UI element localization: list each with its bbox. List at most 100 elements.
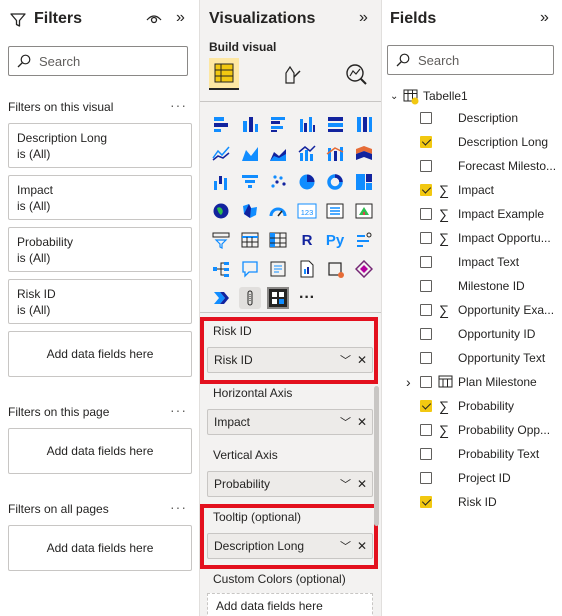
field-item-probability-opp[interactable]: ∑ Probability Opp... [382, 418, 562, 442]
field-checkbox[interactable] [420, 400, 432, 412]
build-visual-tab-icon[interactable] [209, 58, 239, 90]
filters-search-input[interactable]: Search [8, 46, 188, 76]
filter-card-impact[interactable]: Impact is (All) [8, 175, 192, 220]
field-item-opportunity-text[interactable]: Opportunity Text [382, 346, 562, 370]
close-icon[interactable]: ✕ [357, 477, 367, 491]
filters-on-all-pages-more-icon[interactable]: ··· [170, 499, 187, 515]
field-item-opportunity-id[interactable]: Opportunity ID [382, 322, 562, 346]
close-icon[interactable]: ✕ [357, 415, 367, 429]
chevron-down-icon[interactable]: ⌄ [390, 91, 398, 102]
field-item-impact-opportu[interactable]: ∑ Impact Opportu... [382, 226, 562, 250]
qna-visual-icon[interactable] [239, 258, 261, 280]
field-checkbox[interactable] [420, 256, 432, 268]
power-apps-icon[interactable] [324, 258, 346, 280]
filters-on-visual-more-icon[interactable]: ··· [170, 97, 187, 113]
line-and-column-chart-icon[interactable] [296, 142, 318, 164]
filter-card-risk-id[interactable]: Risk ID is (All) [8, 279, 192, 324]
stacked-area-chart-icon[interactable] [267, 142, 289, 164]
treemap-icon[interactable] [353, 171, 375, 193]
multi-row-card-icon[interactable] [324, 200, 346, 222]
field-checkbox[interactable] [420, 160, 432, 172]
chevron-right-icon[interactable]: › [406, 374, 411, 390]
smart-narrative-icon[interactable] [267, 258, 289, 280]
ribbon-chart-icon[interactable] [324, 142, 346, 164]
waterfall-chart-icon[interactable] [353, 142, 375, 164]
field-item-risk-id[interactable]: Risk ID [382, 490, 562, 514]
field-checkbox[interactable] [420, 136, 432, 148]
custom-visual-icon[interactable] [239, 287, 261, 309]
line-chart-icon[interactable] [210, 142, 232, 164]
field-checkbox[interactable] [420, 376, 432, 388]
filters-on-all-pages-drop-zone[interactable]: Add data fields here [8, 525, 192, 571]
field-item-forecast-milesto[interactable]: Forecast Milesto... [382, 154, 562, 178]
collapse-filters-icon[interactable]: » [176, 9, 185, 27]
decomposition-tree-icon[interactable] [210, 258, 232, 280]
field-checkbox[interactable] [420, 496, 432, 508]
field-item-impact-text[interactable]: Impact Text [382, 250, 562, 274]
kpi-icon[interactable] [353, 200, 375, 222]
key-influencers-icon[interactable] [353, 229, 375, 251]
field-item-impact-example[interactable]: ∑ Impact Example [382, 202, 562, 226]
field-checkbox[interactable] [420, 280, 432, 292]
donut-chart-icon[interactable] [324, 171, 346, 193]
fields-search-input[interactable]: Search [387, 45, 554, 75]
area-chart-icon[interactable] [239, 142, 261, 164]
slicer-icon[interactable] [210, 229, 232, 251]
field-checkbox[interactable] [420, 208, 432, 220]
chevron-down-icon[interactable]: ﹀ [340, 476, 351, 492]
filter-card-probability[interactable]: Probability is (All) [8, 227, 192, 272]
field-checkbox[interactable] [420, 184, 432, 196]
r-script-visual-icon[interactable]: R [296, 229, 318, 251]
filter-card-description-long[interactable]: Description Long is (All) [8, 123, 192, 168]
stacked-column-chart-icon[interactable] [239, 113, 261, 135]
paginated-report-icon[interactable] [296, 258, 318, 280]
map-icon[interactable] [210, 200, 232, 222]
field-checkbox[interactable] [420, 472, 432, 484]
100-stacked-bar-chart-icon[interactable] [324, 113, 346, 135]
well-field-probability[interactable]: Probability ﹀ ✕ [207, 471, 373, 497]
field-item-project-id[interactable]: Project ID [382, 466, 562, 490]
clustered-column-chart-icon[interactable] [296, 113, 318, 135]
python-visual-icon[interactable]: Py [324, 229, 346, 251]
format-visual-tab-icon[interactable] [277, 58, 307, 90]
field-item-probability-text[interactable]: Probability Text [382, 442, 562, 466]
table-node-tabelle1[interactable]: ⌄ Tabelle1 [382, 84, 562, 108]
risk-matrix-visual-icon[interactable] [267, 287, 289, 309]
collapse-fields-icon[interactable]: » [540, 9, 549, 27]
chevron-down-icon[interactable]: ﹀ [340, 414, 351, 430]
filters-on-page-drop-zone[interactable]: Add data fields here [8, 428, 192, 474]
field-checkbox[interactable] [420, 304, 432, 316]
azure-map-icon[interactable] [267, 200, 289, 222]
funnel-waterfall-icon[interactable] [210, 171, 232, 193]
filters-on-page-more-icon[interactable]: ··· [170, 402, 187, 418]
eye-icon[interactable] [146, 12, 162, 26]
field-item-description[interactable]: Description [382, 106, 562, 130]
filled-map-icon[interactable] [239, 200, 261, 222]
more-visuals-icon[interactable]: ··· [296, 287, 318, 309]
filters-on-visual-drop-zone[interactable]: Add data fields here [8, 331, 192, 377]
field-checkbox[interactable] [420, 424, 432, 436]
well-field-impact[interactable]: Impact ﹀ ✕ [207, 409, 373, 435]
100-stacked-column-chart-icon[interactable] [353, 113, 375, 135]
field-checkbox[interactable] [420, 112, 432, 124]
field-item-plan-milestone[interactable]: › Plan Milestone [382, 370, 562, 394]
card-icon[interactable]: 123 [296, 200, 318, 222]
field-item-impact[interactable]: ∑ Impact [382, 178, 562, 202]
power-automate-icon[interactable] [353, 258, 375, 280]
funnel-chart-icon[interactable] [239, 171, 261, 193]
pie-chart-icon[interactable] [296, 171, 318, 193]
scatter-chart-icon[interactable] [267, 171, 289, 193]
clustered-bar-chart-icon[interactable] [267, 113, 289, 135]
collapse-visualizations-icon[interactable]: » [359, 9, 368, 27]
field-item-opportunity-exa[interactable]: ∑ Opportunity Exa... [382, 298, 562, 322]
field-checkbox[interactable] [420, 352, 432, 364]
field-checkbox[interactable] [420, 328, 432, 340]
field-item-description-long[interactable]: Description Long [382, 130, 562, 154]
field-item-milestone-id[interactable]: Milestone ID [382, 274, 562, 298]
field-checkbox[interactable] [420, 232, 432, 244]
power-automate-flow-icon[interactable] [210, 287, 232, 309]
table-icon[interactable] [239, 229, 261, 251]
field-checkbox[interactable] [420, 448, 432, 460]
matrix-icon[interactable] [267, 229, 289, 251]
visualizations-scrollbar[interactable] [374, 386, 379, 526]
